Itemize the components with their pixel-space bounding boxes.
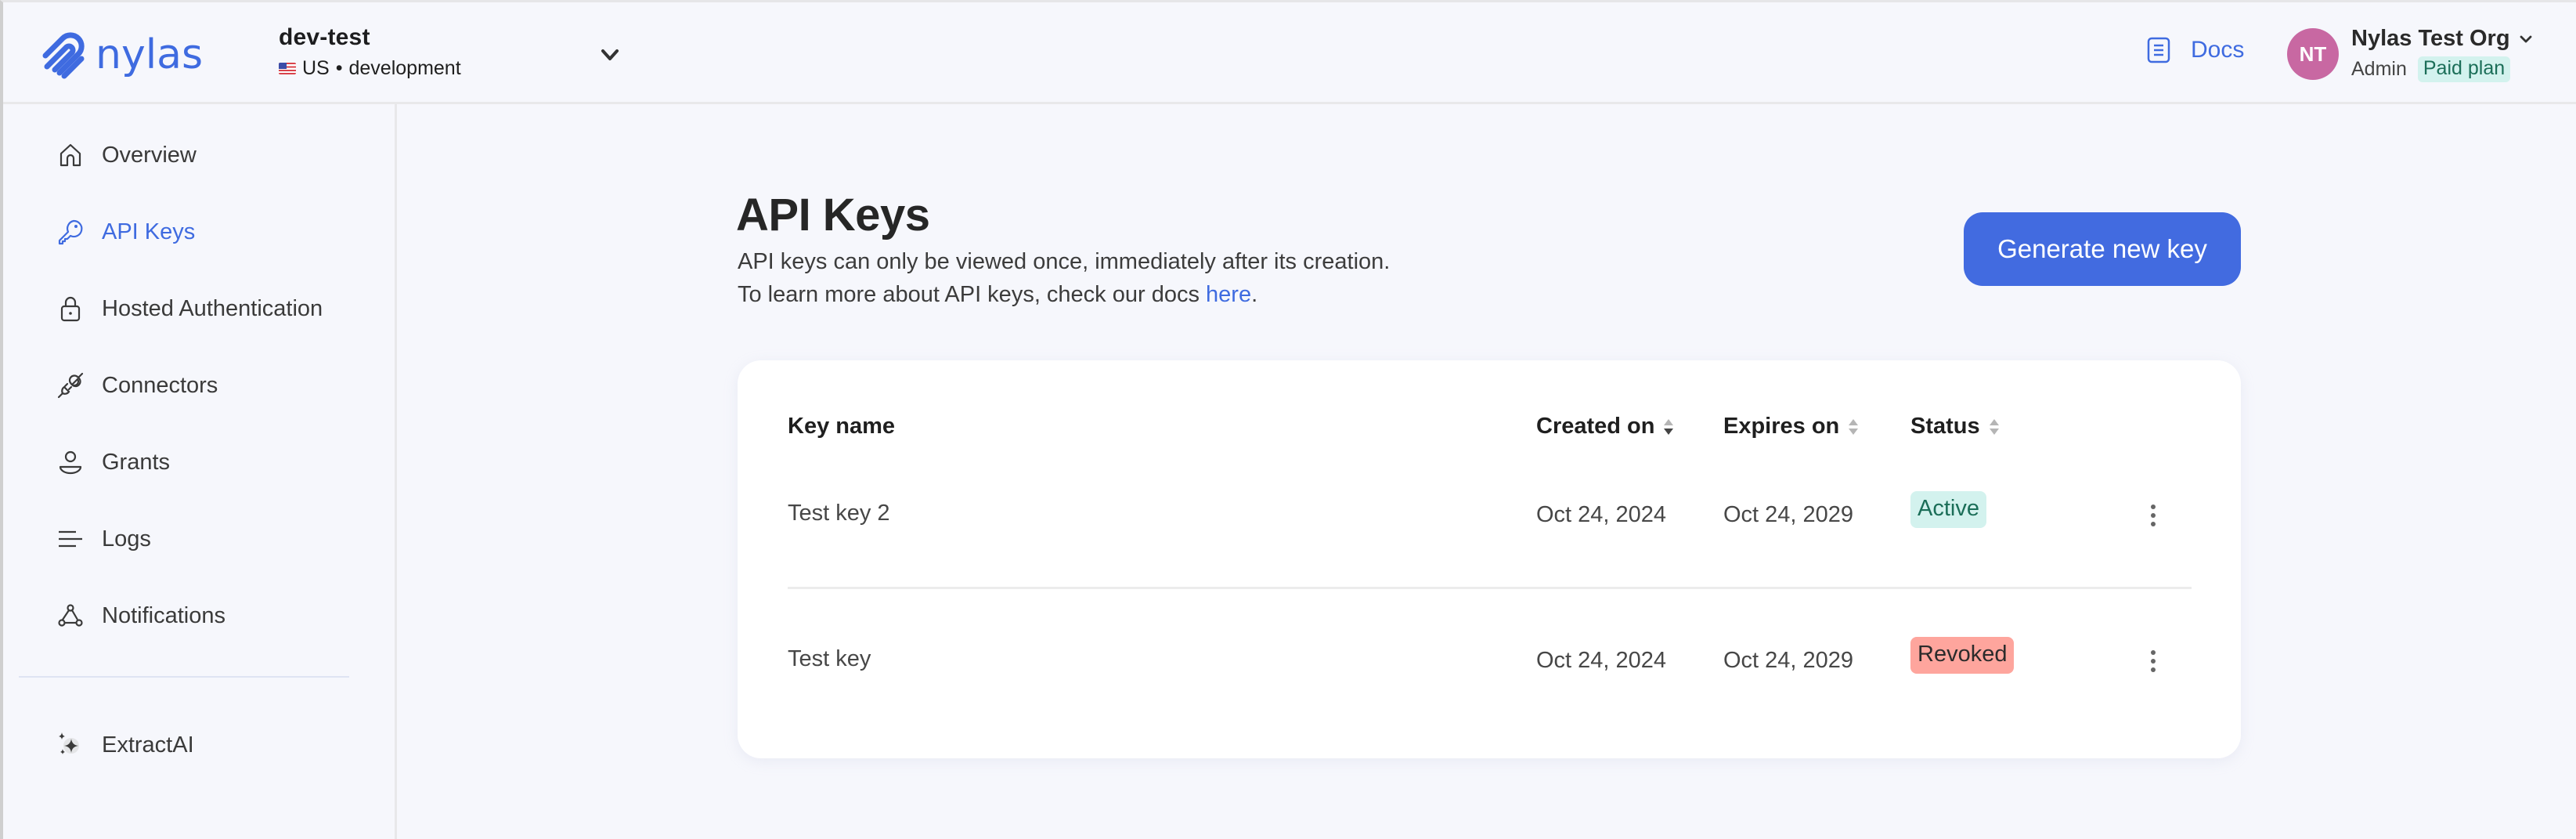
home-icon xyxy=(56,141,85,169)
column-header-created-on[interactable]: Created on xyxy=(1536,414,1675,439)
docs-label: Docs xyxy=(2191,37,2245,63)
description-text: To learn more about API keys, check our … xyxy=(738,282,1207,307)
brand-wordmark: nylas xyxy=(96,31,203,78)
top-header: nylas dev-test US • development Docs NT … xyxy=(3,2,2576,104)
sidebar-item-label: Connectors xyxy=(102,372,218,398)
page-title: API Keys xyxy=(736,190,930,240)
column-header-expires-on[interactable]: Expires on xyxy=(1723,414,1860,439)
sidebar-item-grants[interactable]: Grants xyxy=(56,443,170,482)
project-name: dev-test xyxy=(279,24,370,50)
column-header-status[interactable]: Status xyxy=(1910,414,2001,439)
sidebar-item-api-keys[interactable]: API Keys xyxy=(56,212,195,251)
page-description: API keys can only be viewed once, immedi… xyxy=(738,245,1390,311)
row-actions-menu[interactable] xyxy=(2141,500,2165,531)
column-header-key-name: Key name xyxy=(788,414,895,439)
sidebar-item-label: API Keys xyxy=(102,219,196,244)
chevron-down-icon[interactable] xyxy=(597,42,623,68)
column-label: Created on xyxy=(1536,414,1655,439)
sidebar-item-label: Hosted Authentication xyxy=(102,295,323,321)
webhook-icon xyxy=(56,602,85,630)
project-environment: development xyxy=(348,57,461,79)
user-icon xyxy=(56,448,85,476)
avatar: NT xyxy=(2287,28,2339,80)
sidebar-item-extractai[interactable]: ExtractAI xyxy=(56,725,194,765)
description-line-2: To learn more about API keys, check our … xyxy=(738,278,1390,311)
sidebar-item-label: Grants xyxy=(102,449,171,475)
lock-icon xyxy=(56,295,85,323)
key-name-cell: Test key 2 xyxy=(788,501,890,526)
status-badge: Active xyxy=(1910,491,1986,528)
project-region: US xyxy=(302,57,330,79)
column-label: Status xyxy=(1910,414,1980,439)
user-role: Admin xyxy=(2351,58,2407,80)
sort-icon xyxy=(1989,418,1999,435)
document-icon xyxy=(2147,37,2170,63)
sort-icon xyxy=(1849,418,1859,435)
sidebar-item-label: ExtractAI xyxy=(102,732,194,758)
description-line-1: API keys can only be viewed once, immedi… xyxy=(738,249,1391,274)
docs-here-link[interactable]: here xyxy=(1206,282,1251,307)
sparkles-icon xyxy=(56,731,85,759)
us-flag-icon xyxy=(279,63,296,74)
sidebar: Overview API Keys Hosted Authentication … xyxy=(3,104,397,839)
lines-icon xyxy=(56,525,85,553)
created-on-cell: Oct 24, 2024 xyxy=(1536,648,1667,673)
expires-on-cell: Oct 24, 2029 xyxy=(1723,648,1854,673)
created-on-cell: Oct 24, 2024 xyxy=(1536,502,1667,527)
row-actions-menu[interactable] xyxy=(2141,646,2165,677)
row-divider xyxy=(788,587,2192,589)
org-name: Nylas Test Org xyxy=(2351,26,2510,51)
separator-dot: • xyxy=(335,57,343,79)
expires-on-cell: Oct 24, 2029 xyxy=(1723,502,1854,527)
nylas-logo[interactable]: nylas xyxy=(41,27,229,84)
sidebar-item-connectors[interactable]: Connectors xyxy=(56,366,218,405)
sidebar-item-logs[interactable]: Logs xyxy=(56,519,151,559)
sidebar-item-label: Overview xyxy=(102,142,197,168)
account-menu[interactable]: NT Nylas Test Org Admin Paid plan xyxy=(2287,26,2534,82)
column-label: Expires on xyxy=(1723,414,1840,439)
sidebar-item-hosted-authentication[interactable]: Hosted Authentication xyxy=(56,289,323,328)
sidebar-item-label: Logs xyxy=(102,526,151,551)
docs-link[interactable]: Docs xyxy=(2147,37,2244,63)
sidebar-divider xyxy=(19,676,349,678)
api-keys-table: Key name Created on Expires on Status Te… xyxy=(738,360,2241,758)
column-label: Key name xyxy=(788,414,896,439)
key-name-cell: Test key xyxy=(788,646,871,671)
key-icon xyxy=(56,218,85,246)
chevron-down-icon xyxy=(2520,35,2531,42)
status-badge: Revoked xyxy=(1910,637,2015,674)
sidebar-item-overview[interactable]: Overview xyxy=(56,136,197,175)
sort-desc-icon xyxy=(1664,418,1674,435)
plan-badge: Paid plan xyxy=(2417,56,2511,82)
sidebar-item-notifications[interactable]: Notifications xyxy=(56,596,225,635)
project-selector[interactable]: dev-test US • development xyxy=(279,24,461,80)
description-period: . xyxy=(1251,282,1258,307)
plug-icon xyxy=(56,371,85,400)
sidebar-item-label: Notifications xyxy=(102,602,225,628)
generate-new-key-button[interactable]: Generate new key xyxy=(1964,212,2241,286)
